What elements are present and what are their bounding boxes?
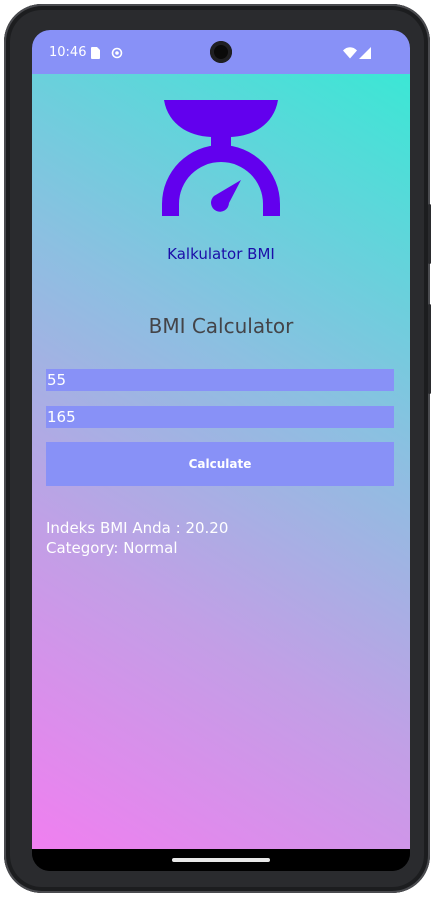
app-content: Kalkulator BMI BMI Calculator 55 165 Cal… [32, 74, 410, 849]
phone-frame: 10:46 Kalkulator BMI BMI Calculator 55 1… [4, 4, 431, 893]
app-label: Kalkulator BMI [167, 245, 275, 263]
volume-button [428, 204, 431, 264]
status-bar: 10:46 [32, 30, 410, 74]
calculate-button[interactable]: Calculate [46, 442, 394, 486]
weight-input[interactable]: 55 [46, 369, 394, 391]
height-input[interactable]: 165 [46, 406, 394, 428]
sim-card-icon [90, 44, 101, 63]
sync-icon [111, 44, 123, 63]
power-button [428, 304, 431, 394]
bmi-category: Category: Normal [46, 539, 178, 557]
home-gesture-handle[interactable] [172, 858, 270, 862]
signal-icon [359, 44, 371, 63]
front-camera [210, 41, 232, 63]
bmi-result: Indeks BMI Anda : 20.20 [46, 519, 229, 537]
page-title: BMI Calculator [148, 314, 294, 338]
navigation-bar [32, 849, 410, 871]
screen: 10:46 Kalkulator BMI BMI Calculator 55 1… [32, 30, 410, 871]
status-time: 10:46 [49, 45, 87, 60]
weighing-scale-icon [162, 100, 280, 222]
wifi-icon [343, 44, 357, 63]
